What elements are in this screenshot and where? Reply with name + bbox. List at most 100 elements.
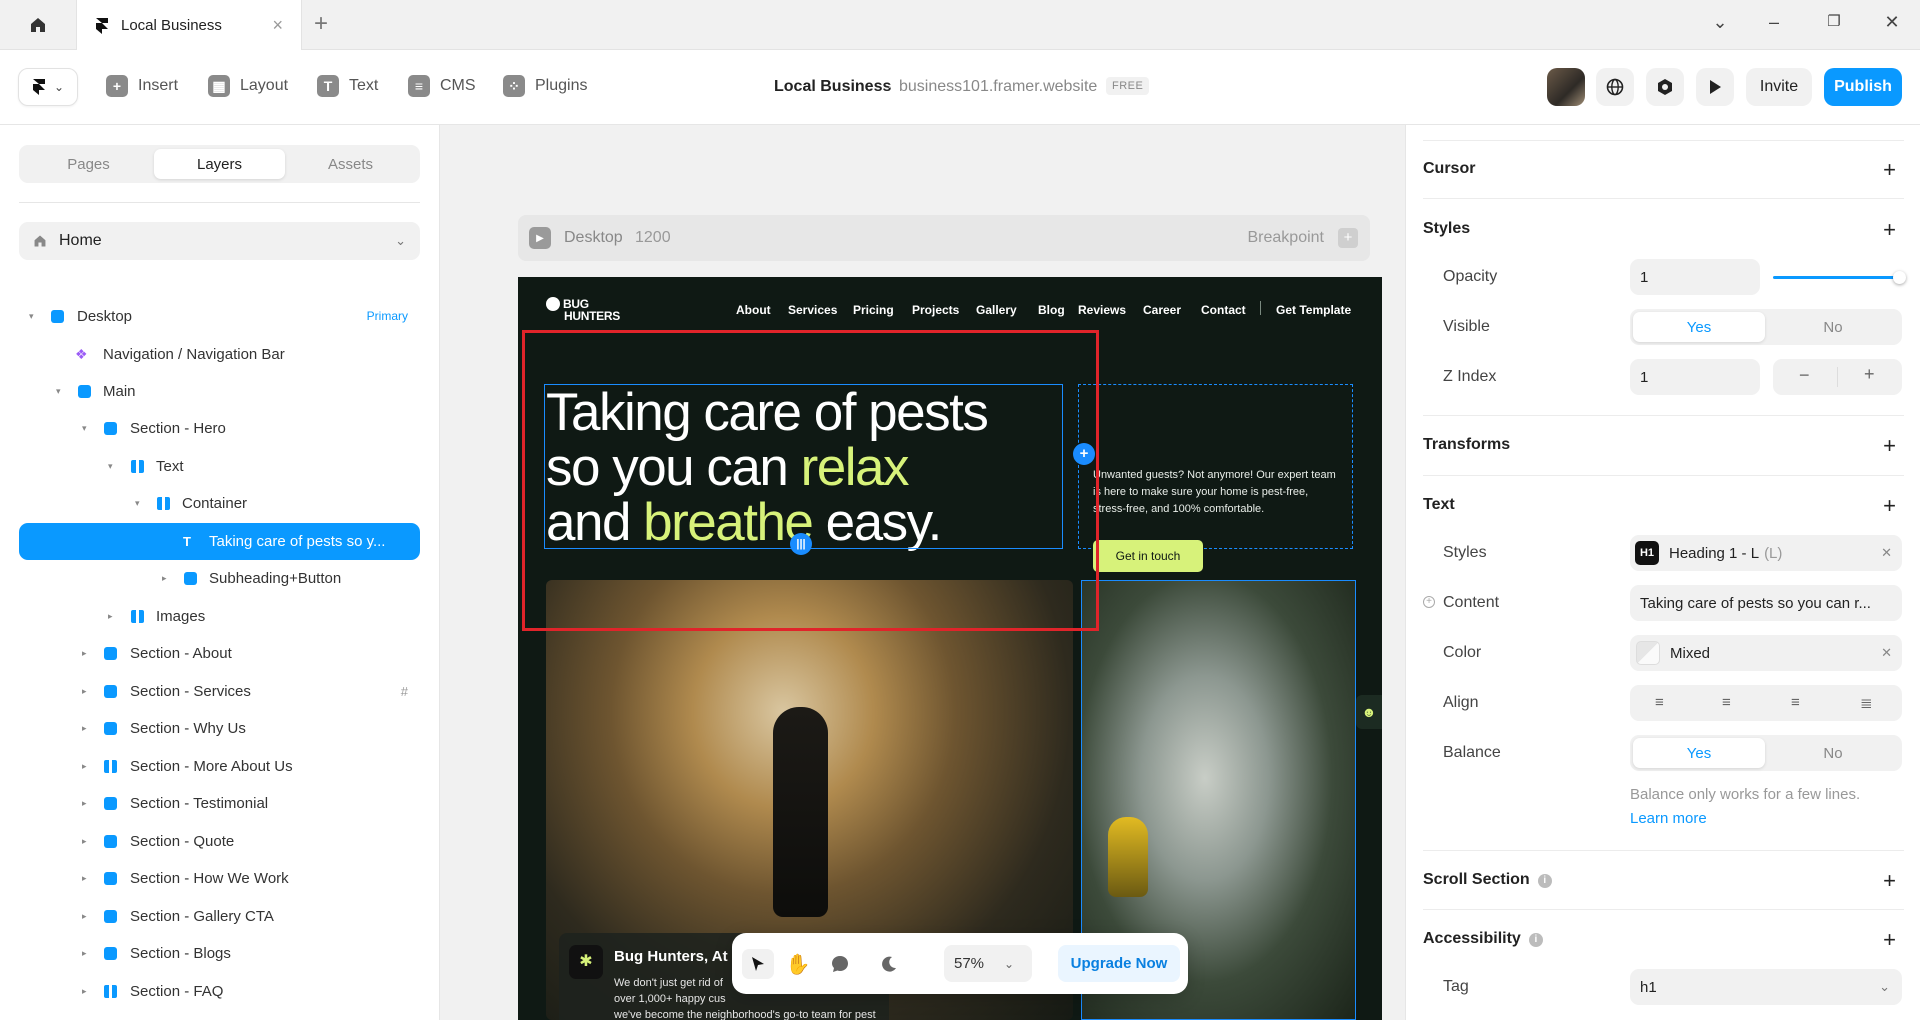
accessibility-section-title[interactable]: Accessibility i [1423, 930, 1543, 948]
site-nav-career[interactable]: Career [1143, 303, 1181, 317]
layer-section-faq[interactable]: ▸ Section - FAQ [19, 973, 420, 1009]
preview-button[interactable] [1696, 68, 1734, 106]
home-tab[interactable] [0, 0, 76, 50]
learn-more-link[interactable]: Learn more [1630, 810, 1707, 827]
add-variable-icon[interactable]: + [1423, 596, 1435, 608]
new-tab-button[interactable]: + [314, 10, 328, 38]
chat-badge-icon[interactable]: ☻ [1356, 695, 1382, 729]
text-style-select[interactable]: H1 Heading 1 - L (L) ✕ [1630, 535, 1902, 571]
layer-section-gallery-cta[interactable]: ▸ Section - Gallery CTA [19, 898, 420, 934]
add-transform-icon[interactable]: + [1883, 435, 1896, 457]
minus-icon[interactable]: − [1799, 365, 1810, 386]
info-icon[interactable]: i [1537, 874, 1552, 888]
clear-icon[interactable]: ✕ [1881, 545, 1892, 561]
align-left-icon[interactable]: ≡ [1655, 694, 1664, 711]
opacity-slider-thumb[interactable] [1893, 271, 1906, 284]
project-name[interactable]: Local Business [774, 78, 891, 96]
align-justify-icon[interactable]: ≣ [1860, 694, 1873, 712]
tab-pages[interactable]: Pages [23, 149, 154, 179]
text-button[interactable]: T Text [317, 75, 378, 97]
color-field[interactable]: Mixed ✕ [1630, 635, 1902, 671]
layer-images[interactable]: ▸ Images [19, 598, 420, 634]
layer-section-how-we-work[interactable]: ▸ Section - How We Work [19, 860, 420, 896]
add-scroll-section-icon[interactable]: + [1883, 870, 1896, 892]
invite-button[interactable]: Invite [1746, 68, 1812, 106]
layer-section-blogs[interactable]: ▸ Section - Blogs [19, 935, 420, 971]
layer-section-why-us[interactable]: ▸ Section - Why Us [19, 710, 420, 746]
comment-tool[interactable] [824, 949, 856, 979]
plus-icon[interactable]: + [1864, 364, 1875, 385]
opacity-input[interactable]: 1 [1630, 259, 1760, 295]
settings-button[interactable] [1646, 68, 1684, 106]
site-logo[interactable]: BUG HUNTERS [546, 297, 620, 322]
balance-yes[interactable]: Yes [1633, 738, 1765, 768]
document-tab[interactable]: Local Business × [76, 0, 302, 51]
site-nav-get-template[interactable]: Get Template [1276, 303, 1351, 317]
framer-menu-button[interactable]: ⌄ [18, 68, 78, 106]
text-section-title[interactable]: Text [1423, 496, 1455, 514]
hero-subtext[interactable]: Unwanted guests? Not anymore! Our expert… [1093, 467, 1343, 518]
layer-section-testimonial[interactable]: ▸ Section - Testimonial [19, 785, 420, 821]
layer-section-hero[interactable]: ▾ Section - Hero [19, 410, 420, 446]
site-nav-projects[interactable]: Projects [912, 303, 959, 317]
site-nav-about[interactable]: About [736, 303, 771, 317]
align-right-icon[interactable]: ≡ [1791, 694, 1800, 711]
chevron-down-icon[interactable]: ⌄ [1708, 12, 1732, 33]
layer-desktop[interactable]: ▾ Desktop Primary [19, 298, 420, 334]
plus-icon[interactable]: + [1338, 228, 1358, 248]
zoom-select[interactable]: 57% ⌄ [944, 945, 1032, 982]
hand-tool[interactable]: ✋ [782, 949, 814, 979]
close-tab-icon[interactable]: × [272, 15, 283, 36]
tab-assets[interactable]: Assets [285, 149, 416, 179]
cms-button[interactable]: ≡ CMS [408, 75, 476, 97]
tab-layers[interactable]: Layers [154, 149, 285, 179]
layer-container[interactable]: ▾ Container [19, 485, 420, 521]
publish-button[interactable]: Publish [1824, 68, 1902, 106]
plugins-button[interactable]: ⁘ Plugins [503, 75, 587, 97]
tag-select[interactable]: h1 ⌄ [1630, 969, 1902, 1005]
add-style-icon[interactable]: + [1883, 219, 1896, 241]
visible-no[interactable]: No [1767, 312, 1899, 342]
layer-subheading-button[interactable]: ▸ Subheading+Button [19, 560, 420, 596]
visible-yes[interactable]: Yes [1633, 312, 1765, 342]
page-select[interactable]: Home ⌄ [19, 222, 420, 260]
opacity-slider[interactable] [1773, 276, 1901, 279]
layer-section-quote[interactable]: ▸ Section - Quote [19, 823, 420, 859]
layer-main[interactable]: ▾ Main [19, 373, 420, 409]
layer-section-services[interactable]: ▸ Section - Services # [19, 673, 420, 709]
site-nav-blog[interactable]: Blog [1038, 303, 1065, 317]
restore-icon[interactable]: ❐ [1822, 12, 1846, 30]
close-window-icon[interactable]: ✕ [1880, 12, 1904, 33]
info-icon[interactable]: i [1528, 933, 1543, 947]
site-nav-services[interactable]: Services [788, 303, 837, 317]
styles-section-title[interactable]: Styles [1423, 220, 1470, 238]
insert-button[interactable]: + Insert [106, 75, 178, 97]
globe-button[interactable] [1596, 68, 1634, 106]
avatar[interactable] [1547, 68, 1585, 106]
site-nav-reviews[interactable]: Reviews [1078, 303, 1126, 317]
content-field[interactable]: Taking care of pests so you can r... [1630, 585, 1902, 621]
minimize-icon[interactable]: – [1762, 12, 1786, 33]
layer-text-group[interactable]: ▾ Text [19, 448, 420, 484]
zindex-input[interactable]: 1 [1630, 359, 1760, 395]
scroll-section-title[interactable]: Scroll Section i [1423, 871, 1552, 889]
layer-section-about[interactable]: ▸ Section - About [19, 635, 420, 671]
clear-icon[interactable]: ✕ [1881, 645, 1892, 661]
project-url[interactable]: business101.framer.website [899, 78, 1097, 96]
add-cursor-icon[interactable]: + [1883, 159, 1896, 181]
cursor-section-title[interactable]: Cursor [1423, 160, 1475, 178]
layer-headline-text[interactable]: T Taking care of pests so y... [19, 523, 420, 560]
site-nav-contact[interactable]: Contact [1201, 303, 1246, 317]
breakpoint-bar[interactable]: ▶ Desktop 1200 Breakpoint + [518, 215, 1370, 261]
balance-no[interactable]: No [1767, 738, 1899, 768]
layer-navigation-bar[interactable]: ❖ Navigation / Navigation Bar [19, 336, 420, 372]
select-tool[interactable] [742, 949, 774, 979]
align-center-icon[interactable]: ≡ [1722, 694, 1731, 711]
add-text-icon[interactable]: + [1883, 495, 1896, 517]
transforms-section-title[interactable]: Transforms [1423, 436, 1510, 454]
layer-section-more-about-us[interactable]: ▸ Section - More About Us [19, 748, 420, 784]
theme-toggle[interactable] [873, 949, 905, 979]
get-in-touch-button[interactable]: Get in touch [1093, 540, 1203, 572]
upgrade-now-button[interactable]: Upgrade Now [1058, 945, 1180, 982]
layout-button[interactable]: ▦ Layout [208, 75, 288, 97]
